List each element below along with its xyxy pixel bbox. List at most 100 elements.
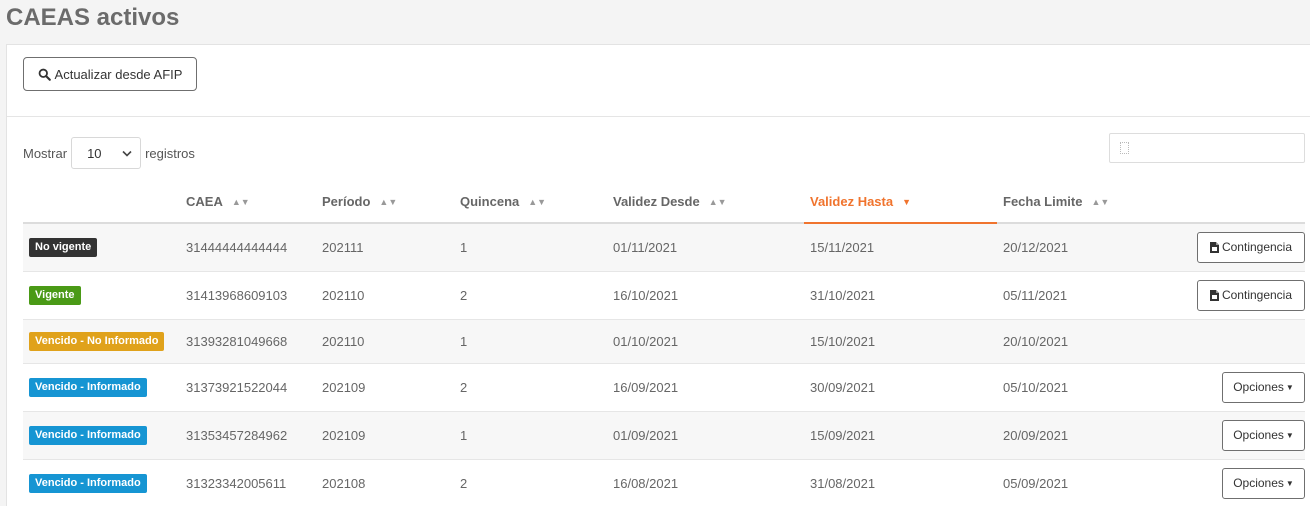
opciones-dropdown-button[interactable]: Opciones ▼	[1222, 419, 1305, 451]
sort-desc-icon: ▼	[902, 197, 912, 207]
status-cell: Vencido - Informado	[23, 459, 180, 506]
caea-cell: 31444444444444	[180, 223, 316, 272]
periodo-cell: 202111	[316, 223, 454, 272]
periodo-cell: 202109	[316, 411, 454, 460]
quincena-cell: 2	[454, 459, 607, 506]
validez-hasta-cell: 15/11/2021	[804, 223, 997, 272]
actions-cell: Contingencia	[1173, 271, 1305, 320]
header-quincena[interactable]: Quincena ▲▼	[454, 181, 607, 224]
file-icon	[1209, 241, 1219, 253]
status-badge: Vencido - Informado	[29, 473, 147, 493]
actions-cell	[1173, 319, 1305, 364]
placeholder-icon	[1120, 142, 1129, 154]
status-badge: Vencido - No Informado	[29, 331, 165, 351]
fecha-limite-cell: 05/09/2021	[997, 459, 1173, 506]
validez-desde-cell: 01/09/2021	[607, 411, 804, 460]
header-validez-hasta[interactable]: Validez Hasta ▼	[804, 181, 997, 224]
status-badge: No vigente	[29, 237, 98, 257]
length-suffix: registros	[145, 145, 195, 161]
actions-cell: Opciones ▼	[1173, 411, 1305, 460]
header-validez-desde[interactable]: Validez Desde ▲▼	[607, 181, 804, 224]
contingencia-button[interactable]: Contingencia	[1197, 231, 1305, 263]
validez-desde-cell: 01/11/2021	[607, 223, 804, 272]
validez-hasta-cell: 31/08/2021	[804, 459, 997, 506]
search-box[interactable]	[1109, 133, 1305, 163]
table-length-control: Mostrar 10 registros	[23, 137, 195, 169]
contingencia-label: Contingencia	[1221, 288, 1293, 302]
header-validez-hasta-label: Validez Hasta	[810, 194, 894, 209]
sort-both-icon: ▲▼	[1091, 197, 1110, 207]
opciones-dropdown-button[interactable]: Opciones ▼	[1222, 371, 1305, 403]
header-fecha-limite[interactable]: Fecha Limite ▲▼	[997, 181, 1173, 224]
table-row: Vigente 31413968609103 202110 2 16/10/20…	[23, 271, 1305, 320]
caret-down-icon: ▼	[1285, 478, 1294, 488]
status-badge: Vencido - Informado	[29, 377, 147, 397]
periodo-cell: 202109	[316, 363, 454, 412]
caeas-panel: Actualizar desde AFIP Mostrar 10 registr…	[6, 44, 1310, 506]
header-periodo-label: Período	[322, 194, 371, 209]
periodo-cell: 202110	[316, 319, 454, 364]
header-caea[interactable]: CAEA ▲▼	[180, 181, 316, 224]
fecha-limite-cell: 20/10/2021	[997, 319, 1173, 364]
table-header-row: CAEA ▲▼ Período ▲▼ Quincena ▲▼ Validez Desd…	[23, 181, 1305, 224]
opciones-dropdown-button[interactable]: Opciones ▼	[1222, 467, 1305, 499]
status-cell: Vencido - Informado	[23, 411, 180, 460]
quincena-cell: 2	[454, 271, 607, 320]
refresh-afip-button[interactable]: Actualizar desde AFIP	[23, 57, 197, 91]
caret-down-icon: ▼	[1285, 430, 1294, 440]
refresh-afip-label: Actualizar desde AFIP	[54, 66, 183, 82]
validez-hasta-cell: 15/10/2021	[804, 319, 997, 364]
caea-cell: 31323342005611	[180, 459, 316, 506]
actions-cell: Opciones ▼	[1173, 459, 1305, 506]
opciones-label: Opciones	[1233, 380, 1284, 394]
contingencia-button[interactable]: Contingencia	[1197, 279, 1305, 311]
table-row: Vencido - Informado 31373921522044 20210…	[23, 363, 1305, 412]
caeas-table: CAEA ▲▼ Período ▲▼ Quincena ▲▼ Validez Desd…	[23, 181, 1305, 506]
header-status	[23, 181, 180, 224]
caret-down-icon: ▼	[1285, 382, 1294, 392]
contingencia-label: Contingencia	[1221, 240, 1293, 255]
validez-desde-cell: 01/10/2021	[607, 319, 804, 364]
validez-hasta-cell: 31/10/2021	[804, 271, 997, 320]
page-title: CAEAS activos	[6, 4, 180, 31]
file-icon	[1209, 289, 1219, 301]
status-badge: Vencido - Informado	[29, 425, 147, 445]
validez-desde-cell: 16/09/2021	[607, 363, 804, 412]
quincena-cell: 1	[454, 223, 607, 272]
header-actions	[1173, 181, 1305, 224]
sort-both-icon: ▲▼	[708, 197, 727, 207]
fecha-limite-cell: 05/11/2021	[997, 271, 1173, 320]
header-periodo[interactable]: Período ▲▼	[316, 181, 454, 224]
opciones-label: Opciones	[1233, 476, 1284, 490]
status-cell: Vigente	[23, 271, 180, 320]
table-row: Vencido - No Informado 31393281049668 20…	[23, 319, 1305, 364]
status-cell: Vencido - No Informado	[23, 319, 180, 364]
chevron-down-icon	[122, 150, 132, 157]
periodo-cell: 202110	[316, 271, 454, 320]
status-cell: Vencido - Informado	[23, 363, 180, 412]
validez-desde-cell: 16/10/2021	[607, 271, 804, 320]
header-quincena-label: Quincena	[460, 194, 520, 209]
caea-cell: 31393281049668	[180, 319, 316, 364]
table-body: No vigente 31444444444444 202111 1 01/11…	[23, 223, 1305, 506]
table-row: No vigente 31444444444444 202111 1 01/11…	[23, 223, 1305, 272]
search-input[interactable]	[1134, 134, 1304, 162]
length-select[interactable]: 10	[71, 137, 142, 169]
fecha-limite-cell: 05/10/2021	[997, 363, 1173, 412]
table-row: Vencido - Informado 31323342005611 20210…	[23, 459, 1305, 506]
fecha-limite-cell: 20/09/2021	[997, 411, 1173, 460]
status-badge: Vigente	[29, 285, 81, 305]
quincena-cell: 1	[454, 411, 607, 460]
sort-both-icon: ▲▼	[231, 197, 250, 207]
header-caea-label: CAEA	[186, 194, 223, 209]
quincena-cell: 1	[454, 319, 607, 364]
validez-desde-cell: 16/08/2021	[607, 459, 804, 506]
caea-cell: 31353457284962	[180, 411, 316, 460]
panel-toolbar: Actualizar desde AFIP	[7, 45, 1310, 117]
sort-both-icon: ▲▼	[528, 197, 547, 207]
opciones-label: Opciones	[1233, 428, 1284, 442]
search-icon	[38, 68, 51, 81]
length-prefix: Mostrar	[23, 145, 68, 161]
header-validez-desde-label: Validez Desde	[613, 194, 700, 209]
validez-hasta-cell: 15/09/2021	[804, 411, 997, 460]
